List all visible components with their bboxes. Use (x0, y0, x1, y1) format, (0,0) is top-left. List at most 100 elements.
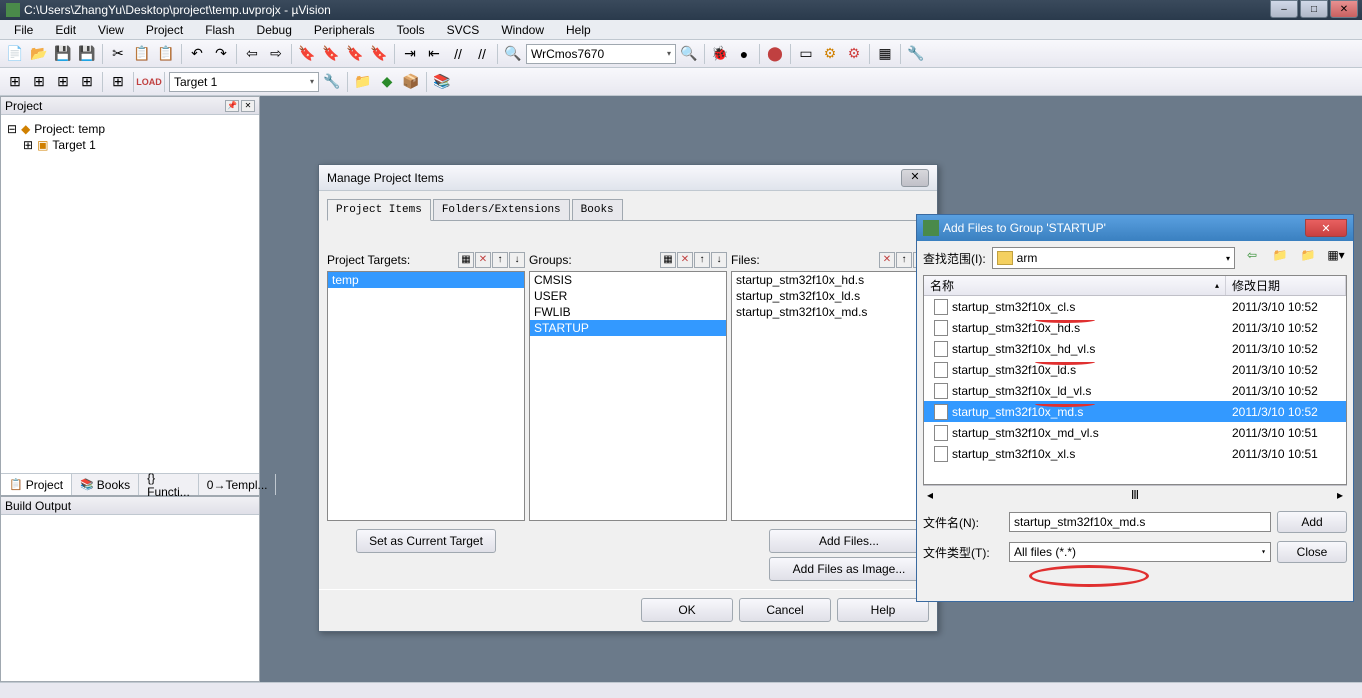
stop-build-icon[interactable]: ⊞ (107, 71, 129, 93)
filename-input[interactable]: startup_stm32f10x_md.s (1009, 512, 1271, 532)
find-next-icon[interactable]: 🔍 (678, 43, 700, 65)
new-group-icon[interactable]: ▦ (660, 252, 676, 268)
options-icon[interactable]: ⚙ (843, 43, 865, 65)
undo-icon[interactable]: ↶ (186, 43, 208, 65)
file-list[interactable]: 名称▴ 修改日期 startup_stm32f10x_cl.s2011/3/10… (923, 275, 1347, 485)
menu-help[interactable]: Help (556, 21, 601, 39)
menu-peripherals[interactable]: Peripherals (304, 21, 385, 39)
window-icon[interactable]: ▭ (795, 43, 817, 65)
delete-target-icon[interactable]: ✕ (475, 252, 491, 268)
open-file-icon[interactable]: 📂 (28, 43, 50, 65)
menu-tools[interactable]: Tools (387, 21, 435, 39)
menu-edit[interactable]: Edit (45, 21, 86, 39)
cancel-button[interactable]: Cancel (739, 598, 831, 622)
tree-target[interactable]: ⊞ ▣ Target 1 (23, 137, 253, 153)
files-list[interactable]: startup_stm32f10x_hd.s startup_stm32f10x… (731, 271, 929, 521)
find-combo[interactable]: WrCmos7670 (526, 44, 676, 64)
debug-icon[interactable]: 🐞 (709, 43, 731, 65)
filetype-combo[interactable]: All files (*.*) (1009, 542, 1271, 562)
back-icon[interactable]: ⇦ (1241, 247, 1263, 269)
indent-icon[interactable]: ⇥ (399, 43, 421, 65)
col-date[interactable]: 修改日期 (1226, 276, 1346, 295)
tree-root[interactable]: ⊟ ◆ Project: temp (7, 121, 253, 137)
config-icon[interactable]: ⚙ (819, 43, 841, 65)
cut-icon[interactable]: ✂ (107, 43, 129, 65)
expand-icon[interactable]: ⊟ (7, 122, 17, 136)
tab-books-mpi[interactable]: Books (572, 199, 623, 220)
list-item[interactable]: startup_stm32f10x_hd.s (732, 272, 928, 288)
add-files-button[interactable]: Add Files... (769, 529, 929, 553)
tab-project-items[interactable]: Project Items (327, 199, 431, 221)
pack-installer-icon[interactable]: 📦 (400, 71, 422, 93)
comment-icon[interactable]: // (447, 43, 469, 65)
file-scrollbar[interactable]: ◂Ⅲ▸ (923, 485, 1347, 503)
redo-icon[interactable]: ↷ (210, 43, 232, 65)
bookmark-clear-icon[interactable]: 🔖 (368, 43, 390, 65)
bookmark-next-icon[interactable]: 🔖 (344, 43, 366, 65)
mpi-close-icon[interactable]: ✕ (901, 169, 929, 187)
tab-books[interactable]: 📚 Books (72, 474, 139, 495)
save-icon[interactable]: 💾 (52, 43, 74, 65)
maximize-button[interactable]: □ (1300, 0, 1328, 18)
file-row[interactable]: startup_stm32f10x_hd_vl.s2011/3/10 10:52 (924, 338, 1346, 359)
rebuild-icon[interactable]: ⊞ (52, 71, 74, 93)
books-icon[interactable]: 📚 (431, 71, 453, 93)
breakpoint-icon[interactable]: ● (733, 43, 755, 65)
menu-svcs[interactable]: SVCS (437, 21, 490, 39)
outdent-icon[interactable]: ⇤ (423, 43, 445, 65)
target-options-icon[interactable]: 🔧 (321, 71, 343, 93)
file-row[interactable]: startup_stm32f10x_hd.s2011/3/10 10:52 (924, 317, 1346, 338)
close-button[interactable]: Close (1277, 541, 1347, 563)
file-row[interactable]: startup_stm32f10x_cl.s2011/3/10 10:52 (924, 296, 1346, 317)
col-name[interactable]: 名称▴ (924, 276, 1226, 295)
ok-button[interactable]: OK (641, 598, 733, 622)
file-row[interactable]: startup_stm32f10x_ld.s2011/3/10 10:52 (924, 359, 1346, 380)
new-file-icon[interactable]: 📄 (4, 43, 26, 65)
list-item[interactable]: FWLIB (530, 304, 726, 320)
up-folder-icon[interactable]: 📁 (1269, 247, 1291, 269)
menu-file[interactable]: File (4, 21, 43, 39)
menu-flash[interactable]: Flash (195, 21, 244, 39)
layout-icon[interactable]: ▦ (874, 43, 896, 65)
list-item[interactable]: startup_stm32f10x_ld.s (732, 288, 928, 304)
tab-folders[interactable]: Folders/Extensions (433, 199, 570, 220)
af-titlebar[interactable]: Add Files to Group 'STARTUP' ✕ (917, 215, 1353, 241)
menu-debug[interactable]: Debug (247, 21, 302, 39)
group-down-icon[interactable]: ↓ (711, 252, 727, 268)
groups-list[interactable]: CMSIS USER FWLIB STARTUP (529, 271, 727, 521)
wrench-icon[interactable]: 🔧 (905, 43, 927, 65)
tab-templates[interactable]: 0→Templ... (199, 474, 277, 495)
manage-icon[interactable]: 📁 (352, 71, 374, 93)
delete-group-icon[interactable]: ✕ (677, 252, 693, 268)
nav-fwd-icon[interactable]: ⇨ (265, 43, 287, 65)
uncomment-icon[interactable]: // (471, 43, 493, 65)
delete-file-icon[interactable]: ✕ (879, 252, 895, 268)
add-button[interactable]: Add (1277, 511, 1347, 533)
copy-icon[interactable]: 📋 (131, 43, 153, 65)
list-item[interactable]: STARTUP (530, 320, 726, 336)
bookmark-prev-icon[interactable]: 🔖 (320, 43, 342, 65)
af-close-icon[interactable]: ✕ (1305, 219, 1347, 237)
expand-icon[interactable]: ⊞ (23, 138, 33, 152)
manage-rte-icon[interactable]: ◆ (376, 71, 398, 93)
tab-functions[interactable]: {} Functi... (139, 474, 199, 495)
target-up-icon[interactable]: ↑ (492, 252, 508, 268)
file-row[interactable]: startup_stm32f10x_md_vl.s2011/3/10 10:51 (924, 422, 1346, 443)
close-button[interactable]: ✕ (1330, 0, 1358, 18)
target-down-icon[interactable]: ↓ (509, 252, 525, 268)
bookmark-icon[interactable]: 🔖 (296, 43, 318, 65)
target-combo[interactable]: Target 1 (169, 72, 319, 92)
menu-project[interactable]: Project (136, 21, 193, 39)
find-icon[interactable]: 🔍 (502, 43, 524, 65)
minimize-button[interactable]: – (1270, 0, 1298, 18)
download-icon[interactable]: LOAD (138, 71, 160, 93)
menu-window[interactable]: Window (491, 21, 554, 39)
list-item[interactable]: CMSIS (530, 272, 726, 288)
file-row[interactable]: startup_stm32f10x_xl.s2011/3/10 10:51 (924, 443, 1346, 464)
batch-build-icon[interactable]: ⊞ (76, 71, 98, 93)
paste-icon[interactable]: 📋 (155, 43, 177, 65)
list-item[interactable]: temp (328, 272, 524, 288)
file-row[interactable]: startup_stm32f10x_md.s2011/3/10 10:52 (924, 401, 1346, 422)
lookup-combo[interactable]: arm ▾ (992, 247, 1235, 269)
translate-icon[interactable]: ⊞ (4, 71, 26, 93)
